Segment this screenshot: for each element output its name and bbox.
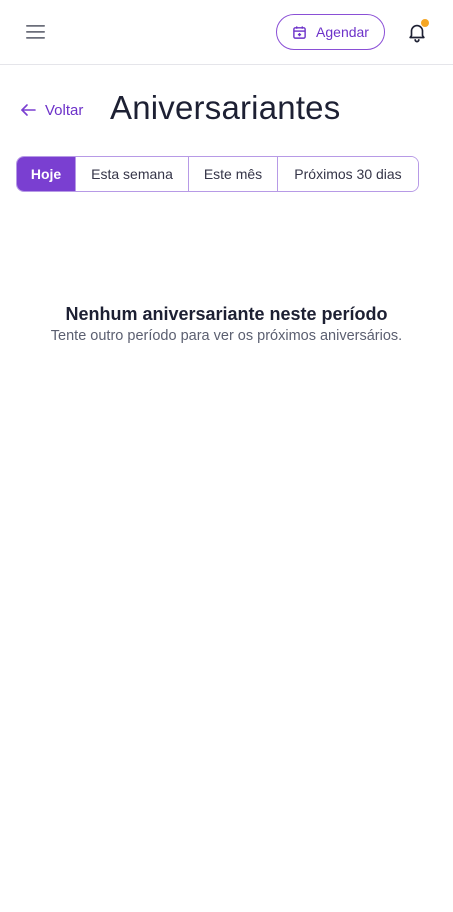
page-title: Aniversariantes [110,89,341,126]
hamburger-menu-icon [26,25,45,39]
notification-dot [421,19,429,27]
schedule-button[interactable]: Agendar [276,14,385,50]
notifications-button[interactable] [402,17,432,47]
period-filter-tabs: Hoje Esta semana Este mês Próximos 30 di… [16,156,419,192]
back-link-label: Voltar [45,101,84,119]
empty-state-title: Nenhum aniversariante neste período [65,304,388,324]
calendar-plus-icon [293,25,306,39]
back-link[interactable]: Voltar [20,98,83,122]
tab-proximos-30-dias[interactable]: Próximos 30 dias [278,157,418,191]
menu-button[interactable] [20,17,52,47]
empty-state-subtitle: Tente outro período para ver os próximos… [50,328,403,344]
tab-este-mes[interactable]: Este mês [189,157,278,191]
arrow-left-icon [21,104,36,116]
tab-esta-semana[interactable]: Esta semana [76,157,189,191]
top-bar: Agendar [0,0,453,65]
schedule-button-label: Agendar [316,24,369,40]
tab-hoje[interactable]: Hoje [17,157,76,191]
